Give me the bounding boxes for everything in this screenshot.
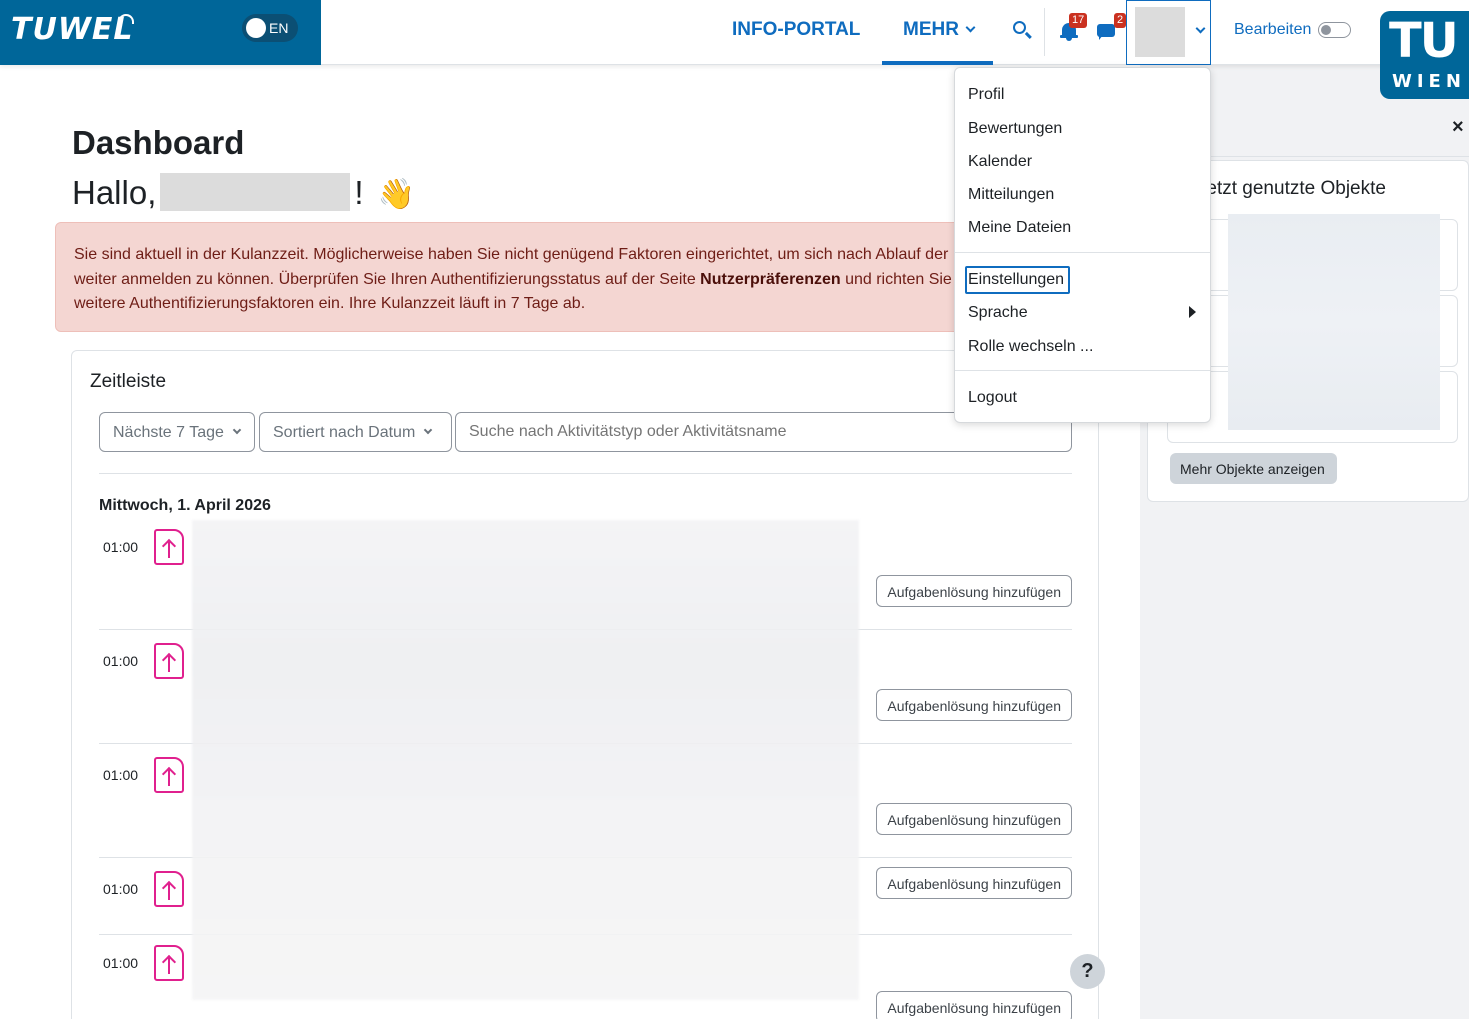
nav-mehr[interactable]: MEHR [903,19,976,41]
sort-select[interactable]: Sortiert nach Datum [259,412,452,452]
chevron-down-icon [232,425,242,435]
greeting: Hallo,! 👋 [72,173,415,214]
timeline-divider [99,473,1072,474]
greeting-prefix: Hallo, [72,174,157,211]
nav-divider [1044,8,1045,56]
event-time: 01:00 [103,955,139,971]
brand-area: TUWEL EN [0,0,321,65]
avatar [1135,7,1185,57]
event-time: 01:00 [103,881,139,897]
event-time: 01:00 [103,653,139,669]
redacted-event-details [192,520,859,1000]
user-name-redacted [160,173,351,212]
page-title: Dashboard [72,124,245,161]
submenu-arrow-icon [1189,306,1196,318]
add-submission-button[interactable]: Aufgabenlösung hinzufügen [876,803,1072,835]
chevron-down-icon [1195,23,1206,34]
upload-file-icon[interactable] [154,643,184,679]
timeline-title: Zeitleiste [90,371,167,392]
help-icon[interactable]: ? [1070,954,1105,989]
language-label: EN [269,20,289,36]
upload-file-icon[interactable] [154,529,184,565]
top-navbar: TUWEL EN INFO-PORTAL MEHR 17 2 Bearbeite… [0,0,1469,65]
grace-period-alert: Sie sind aktuell in der Kulanzzeit. Mögl… [55,222,1055,332]
tuwel-logo[interactable]: TUWEL [11,12,134,47]
language-toggle[interactable]: EN [242,14,298,42]
nav-mehr-label: MEHR [903,19,959,40]
logo-hat-icon [118,14,134,24]
menu-item-profil[interactable]: Profil [968,86,1004,104]
menu-item-rolle-wechseln[interactable]: Rolle wechseln ... [968,338,1093,356]
message-count-badge: 2 [1114,13,1127,28]
edit-mode-label: Bearbeiten [1234,21,1312,38]
menu-divider [955,370,1210,371]
edit-mode-toggle[interactable] [1318,22,1351,38]
day-filter-value: Nächste 7 Tage [113,424,224,441]
greeting-suffix: ! [354,174,364,211]
sort-value: Sortiert nach Datum [273,424,416,441]
menu-item-mitteilungen[interactable]: Mitteilungen [968,186,1054,204]
chevron-down-icon [965,22,976,33]
alert-link-preferences[interactable]: Nutzerpräferenzen [700,271,840,288]
show-more-items-button[interactable]: Mehr Objekte anzeigen [1170,453,1337,484]
add-submission-button[interactable]: Aufgabenlösung hinzufügen [876,991,1072,1019]
notification-count-badge: 17 [1069,13,1088,28]
add-submission-button[interactable]: Aufgabenlösung hinzufügen [876,575,1072,607]
menu-item-bewertungen[interactable]: Bewertungen [968,120,1062,138]
user-menu-toggle[interactable] [1126,0,1211,65]
menu-item-meine-dateien[interactable]: Meine Dateien [968,219,1071,237]
search-icon[interactable] [1010,18,1038,46]
active-nav-indicator [882,61,993,65]
day-filter-select[interactable]: Nächste 7 Tage [99,412,255,452]
menu-item-einstellungen[interactable]: Einstellungen [968,271,1064,289]
upload-file-icon[interactable] [154,871,184,907]
date-heading: Mittwoch, 1. April 2026 [99,497,271,514]
language-toggle-knob [246,18,266,38]
upload-file-icon[interactable] [154,757,184,793]
nav-info-portal[interactable]: INFO-PORTAL [732,19,860,41]
event-time: 01:00 [103,767,139,783]
tu-wien-logo[interactable]: TU WIEN [1380,11,1469,99]
close-icon[interactable]: × [1452,116,1464,139]
add-submission-button[interactable]: Aufgabenlösung hinzufügen [876,689,1072,721]
upload-file-icon[interactable] [154,945,184,981]
add-submission-button[interactable]: Aufgabenlösung hinzufügen [876,867,1072,899]
user-menu-dropdown: Profil Bewertungen Kalender Mitteilungen… [954,67,1211,423]
menu-divider [955,252,1210,253]
redacted-recent-items [1228,214,1440,430]
menu-item-kalender[interactable]: Kalender [968,153,1032,171]
menu-item-logout[interactable]: Logout [968,389,1017,407]
edit-toggle-knob [1321,25,1331,35]
wave-icon: 👋 [377,178,415,211]
menu-item-sprache[interactable]: Sprache [968,304,1028,322]
wien-logo-text: WIEN [1392,71,1466,92]
chevron-down-icon [424,425,433,435]
event-time: 01:00 [103,539,139,555]
tu-logo-text: TU [1389,13,1459,69]
